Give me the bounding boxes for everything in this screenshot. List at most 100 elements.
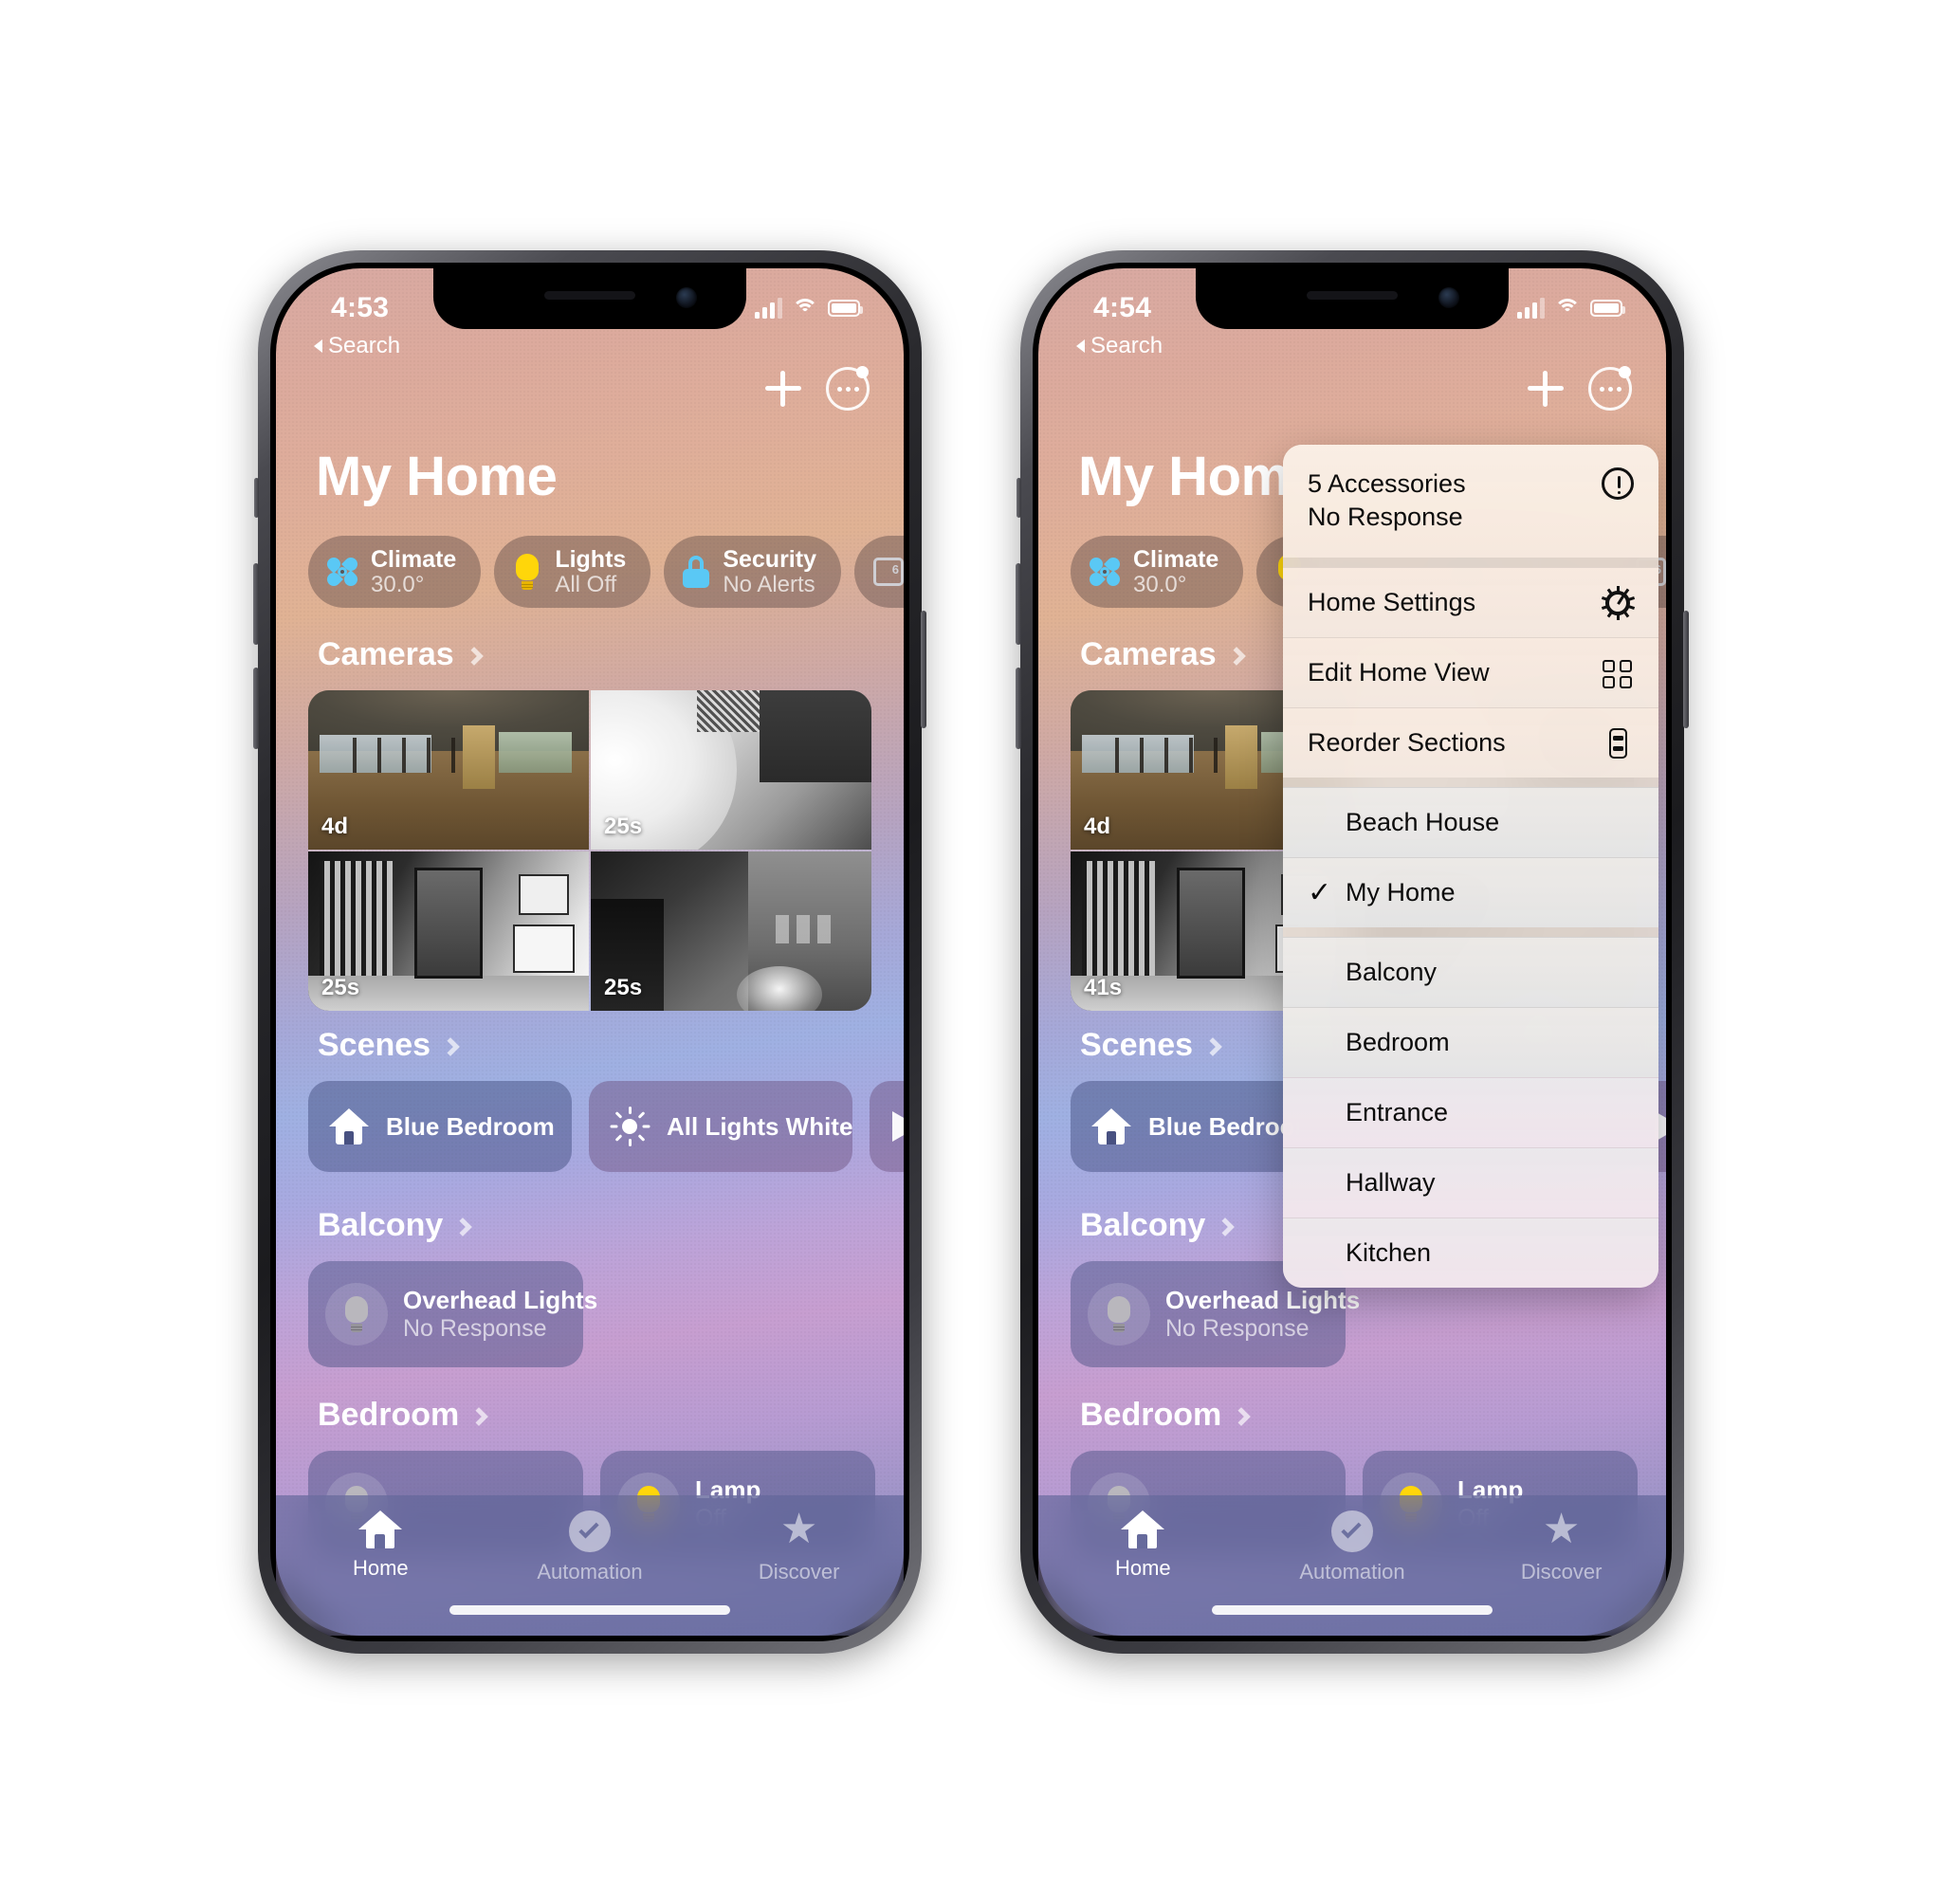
menu-item-room-hallway[interactable]: Hallway	[1283, 1147, 1658, 1218]
mute-switch[interactable]	[254, 478, 259, 518]
more-options-button[interactable]	[826, 366, 870, 411]
add-accessory-button[interactable]	[1528, 371, 1564, 407]
chevron-right-icon	[441, 1036, 460, 1056]
triangle-icon	[890, 1108, 904, 1145]
section-title: Scenes	[318, 1027, 431, 1063]
back-to-search-button[interactable]: Search	[314, 333, 400, 359]
back-label: Search	[328, 333, 401, 358]
screen-left: 4:53 Search My Home Climate 30.0° Lights…	[276, 268, 904, 1636]
tab-label: Home	[352, 1556, 409, 1580]
pill-subtitle: 30.0°	[371, 571, 425, 597]
tab-discover[interactable]: ★ Discover	[1491, 1509, 1633, 1584]
status-pill-climate[interactable]: Climate 30.0°	[1071, 536, 1244, 608]
menu-item-edit-home-view[interactable]: Edit Home View	[1283, 637, 1658, 708]
camera-timestamp: 25s	[321, 975, 360, 1000]
tab-label: Automation	[1299, 1560, 1405, 1584]
pill-title: Lights	[555, 545, 627, 573]
status-pill-security[interactable]: Security No Alerts	[664, 536, 841, 608]
scene-tile-partial[interactable]	[870, 1081, 904, 1172]
status-pills-row-left: Climate 30.0° Lights All Off Security No…	[308, 536, 904, 608]
accessory-icon-bubble	[325, 1283, 388, 1346]
tab-label: Discover	[1520, 1560, 1603, 1584]
menu-item-label: Hallway	[1346, 1168, 1436, 1198]
phone-bezel: 4:53 Search My Home Climate 30.0° Lights…	[270, 263, 909, 1641]
speaker-icon: 6	[872, 558, 904, 586]
menu-item-room-kitchen[interactable]: Kitchen	[1283, 1217, 1658, 1289]
gear-icon	[1601, 585, 1636, 620]
tab-home[interactable]: Home	[1072, 1510, 1214, 1581]
menu-item-label: Beach House	[1346, 808, 1500, 837]
volume-down-button[interactable]	[1016, 668, 1021, 749]
section-title: Scenes	[1080, 1027, 1194, 1063]
chevron-right-icon	[464, 646, 484, 666]
pill-title: Security	[723, 545, 816, 573]
volume-up-button[interactable]	[1016, 563, 1021, 645]
more-options-button[interactable]	[1588, 366, 1632, 411]
front-camera-icon	[1438, 287, 1459, 308]
back-arrow-icon	[314, 339, 322, 353]
house-icon	[1091, 1108, 1131, 1144]
balcony-section-left: Balcony Overhead Lights No Response	[276, 1207, 904, 1367]
power-button[interactable]	[1683, 611, 1689, 728]
volume-up-button[interactable]	[253, 563, 259, 645]
home-indicator[interactable]	[449, 1605, 730, 1615]
pill-subtitle: All Off	[555, 571, 617, 597]
earpiece-speaker	[544, 291, 635, 300]
section-header-cameras[interactable]: Cameras	[318, 636, 904, 673]
menu-item-room-entrance[interactable]: Entrance	[1283, 1077, 1658, 1148]
status-pill-lights[interactable]: Lights All Off	[494, 536, 651, 608]
cellular-bars-icon	[755, 298, 782, 319]
page-title: My Home	[316, 446, 558, 507]
menu-item-home-my-home[interactable]: ✓ My Home	[1283, 857, 1658, 928]
section-header-bedroom[interactable]: Bedroom	[1080, 1397, 1666, 1434]
camera-timestamp: 25s	[604, 814, 643, 839]
scenes-row: Blue Bedroom All Lights W	[308, 1081, 904, 1172]
scene-tile-all-lights-white[interactable]: All Lights White	[589, 1081, 852, 1172]
status-time: 4:53	[331, 292, 390, 323]
camera-tile[interactable]: 4d	[308, 690, 589, 850]
lightbulb-icon	[513, 554, 541, 590]
fan-icon	[324, 555, 360, 589]
menu-item-label: Bedroom	[1346, 1028, 1450, 1057]
wifi-icon	[1554, 298, 1581, 319]
accessory-tile-overhead-lights[interactable]: Overhead Lights No Response	[308, 1261, 597, 1367]
wifi-icon	[792, 298, 818, 319]
tab-automation[interactable]: Automation	[519, 1510, 661, 1584]
lightbulb-off-icon	[342, 1296, 371, 1332]
section-title: Balcony	[318, 1207, 444, 1243]
context-menu-status-header[interactable]: 5 Accessories No Response	[1283, 445, 1658, 558]
reorder-list-icon	[1602, 727, 1634, 760]
home-indicator[interactable]	[1212, 1605, 1493, 1615]
accessory-state: No Response	[1165, 1314, 1310, 1342]
camera-tile[interactable]: 25s	[308, 851, 589, 1011]
mute-switch[interactable]	[1017, 478, 1021, 518]
section-header-scenes[interactable]: Scenes	[318, 1027, 904, 1064]
scene-tile-blue-bedroom[interactable]: Blue Bedroom	[308, 1081, 572, 1172]
tab-automation[interactable]: Automation	[1281, 1510, 1423, 1584]
menu-item-room-balcony[interactable]: Balcony	[1283, 937, 1658, 1008]
status-header-line2: No Response	[1308, 502, 1463, 531]
accessory-state: No Response	[403, 1314, 547, 1342]
lock-icon	[683, 556, 710, 588]
menu-item-room-bedroom[interactable]: Bedroom	[1283, 1007, 1658, 1078]
add-accessory-button[interactable]	[765, 371, 801, 407]
status-pill-speakers[interactable]: 6 Speakers None	[853, 536, 904, 608]
back-to-search-button[interactable]: Search	[1076, 333, 1163, 359]
camera-tile[interactable]: 25s	[591, 851, 871, 1011]
section-header-bedroom[interactable]: Bedroom	[318, 1397, 904, 1434]
tab-home[interactable]: Home	[309, 1510, 451, 1581]
volume-down-button[interactable]	[253, 668, 259, 749]
tab-discover[interactable]: ★ Discover	[728, 1506, 870, 1584]
menu-item-home-settings[interactable]: Home Settings	[1283, 567, 1658, 638]
section-title: Cameras	[1080, 636, 1217, 672]
menu-item-home-beach-house[interactable]: Beach House	[1283, 787, 1658, 858]
menu-group-divider	[1283, 778, 1658, 788]
chevron-right-icon	[1216, 1217, 1236, 1236]
menu-item-reorder-sections[interactable]: Reorder Sections	[1283, 707, 1658, 778]
status-pill-climate[interactable]: Climate 30.0°	[308, 536, 482, 608]
camera-tile[interactable]: 25s	[591, 690, 871, 850]
power-button[interactable]	[921, 611, 926, 728]
section-header-balcony[interactable]: Balcony	[318, 1207, 904, 1244]
star-icon: ★	[779, 1506, 818, 1552]
section-title: Cameras	[318, 636, 454, 672]
